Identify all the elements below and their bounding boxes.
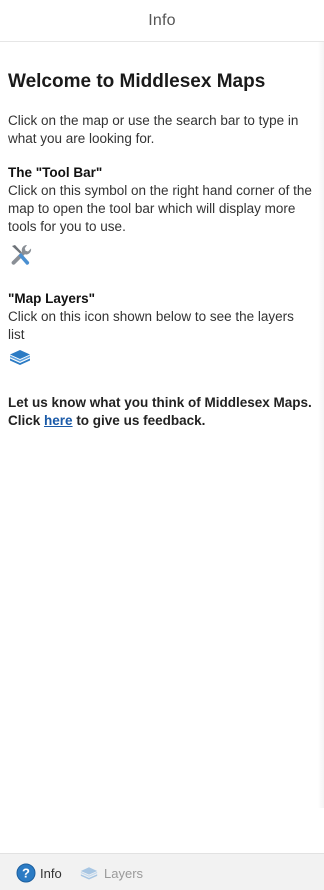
- feedback-after: to give us feedback.: [72, 413, 206, 428]
- intro-text: Click on the map or use the search bar t…: [8, 113, 299, 146]
- layers-icon: [80, 867, 98, 880]
- welcome-title: Welcome to Middlesex Maps: [8, 71, 266, 92]
- tools-icon: [11, 244, 32, 265]
- info-content: Welcome to Middlesex Maps Click on the m…: [8, 42, 314, 444]
- panel-edge-shadow: [318, 42, 324, 808]
- layers-text: Click on this icon shown below to see th…: [8, 309, 294, 342]
- feedback-link[interactable]: here: [44, 413, 73, 428]
- tab-info-label: Info: [40, 865, 62, 881]
- layers-icon: [10, 350, 30, 365]
- bottom-tab-bar: ? Info Layers: [0, 853, 324, 890]
- tab-layers[interactable]: Layers: [78, 861, 143, 885]
- tab-info[interactable]: ? Info: [16, 861, 62, 885]
- panel-title: Info: [148, 11, 176, 29]
- panel-header: Info: [0, 0, 324, 42]
- toolbar-heading: The "Tool Bar": [8, 165, 103, 180]
- help-circle-icon: ?: [16, 863, 36, 883]
- tab-layers-label: Layers: [104, 865, 144, 881]
- toolbar-text: Click on this symbol on the right hand c…: [8, 183, 312, 234]
- layers-heading: "Map Layers": [8, 291, 96, 306]
- feedback-text: Let us know what you think of Middlesex …: [8, 394, 314, 430]
- svg-text:?: ?: [22, 866, 30, 881]
